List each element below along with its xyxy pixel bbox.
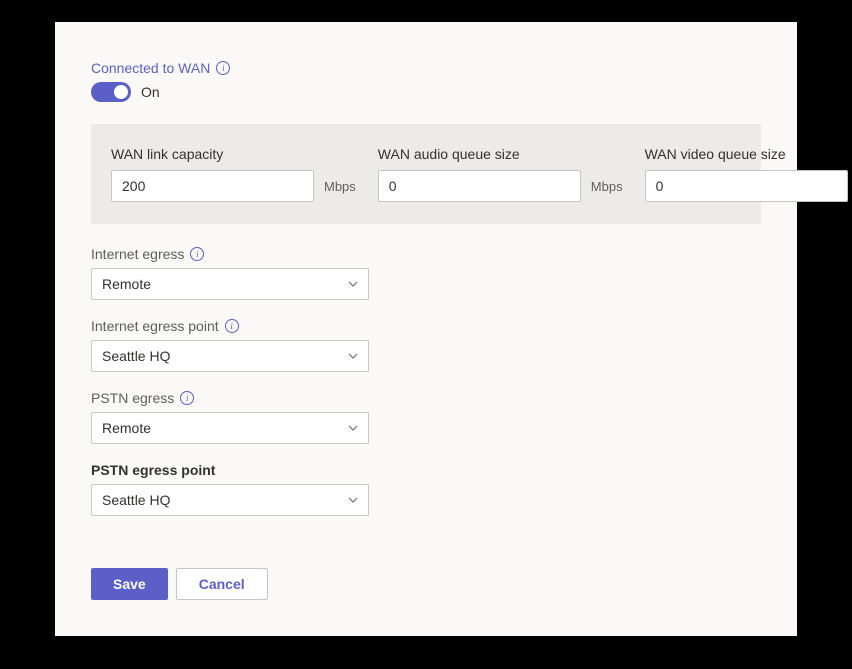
pstn-egress-select[interactable]: Remote: [91, 412, 369, 444]
settings-panel: Connected to WAN i On WAN link capacity …: [55, 22, 797, 636]
pstn-egress-point-block: PSTN egress point Seattle HQ: [91, 462, 761, 516]
wan-settings-box: WAN link capacity Mbps WAN audio queue s…: [91, 124, 761, 224]
wan-audio-input-row: Mbps: [378, 170, 623, 202]
connected-to-wan-label: Connected to WAN: [91, 60, 210, 76]
pstn-egress-label-row: PSTN egress i: [91, 390, 761, 406]
connected-to-wan-toggle-row: On: [91, 82, 761, 102]
pstn-egress-point-select[interactable]: Seattle HQ: [91, 484, 369, 516]
pstn-egress-point-label: PSTN egress point: [91, 462, 215, 478]
cancel-button[interactable]: Cancel: [176, 568, 268, 600]
connected-to-wan-row: Connected to WAN i: [91, 60, 761, 76]
chevron-down-icon: [348, 495, 358, 505]
info-icon[interactable]: i: [225, 319, 239, 333]
internet-egress-label: Internet egress: [91, 246, 184, 262]
wan-link-capacity-label: WAN link capacity: [111, 146, 356, 162]
wan-audio-queue-label: WAN audio queue size: [378, 146, 623, 162]
chevron-down-icon: [348, 279, 358, 289]
internet-egress-label-row: Internet egress i: [91, 246, 761, 262]
wan-link-unit: Mbps: [324, 179, 356, 194]
wan-audio-unit: Mbps: [591, 179, 623, 194]
pstn-egress-point-label-row: PSTN egress point: [91, 462, 761, 478]
wan-link-capacity-input[interactable]: [111, 170, 314, 202]
wan-link-capacity-field: WAN link capacity Mbps: [111, 146, 356, 202]
wan-video-queue-input[interactable]: [645, 170, 848, 202]
chevron-down-icon: [348, 351, 358, 361]
internet-egress-select[interactable]: Remote: [91, 268, 369, 300]
internet-egress-point-label: Internet egress point: [91, 318, 219, 334]
pstn-egress-value: Remote: [102, 420, 151, 436]
chevron-down-icon: [348, 423, 358, 433]
internet-egress-point-block: Internet egress point i Seattle HQ: [91, 318, 761, 372]
pstn-egress-block: PSTN egress i Remote: [91, 390, 761, 444]
internet-egress-value: Remote: [102, 276, 151, 292]
button-row: Save Cancel: [91, 568, 761, 600]
wan-audio-queue-input[interactable]: [378, 170, 581, 202]
info-icon[interactable]: i: [180, 391, 194, 405]
connected-to-wan-toggle[interactable]: [91, 82, 131, 102]
internet-egress-block: Internet egress i Remote: [91, 246, 761, 300]
pstn-egress-point-value: Seattle HQ: [102, 492, 170, 508]
wan-video-queue-label: WAN video queue size: [645, 146, 852, 162]
internet-egress-point-select[interactable]: Seattle HQ: [91, 340, 369, 372]
internet-egress-point-value: Seattle HQ: [102, 348, 170, 364]
wan-video-input-row: Mbps: [645, 170, 852, 202]
info-icon[interactable]: i: [216, 61, 230, 75]
save-button[interactable]: Save: [91, 568, 168, 600]
wan-audio-queue-field: WAN audio queue size Mbps: [378, 146, 623, 202]
internet-egress-point-label-row: Internet egress point i: [91, 318, 761, 334]
wan-video-queue-field: WAN video queue size Mbps: [645, 146, 852, 202]
toggle-state-label: On: [141, 84, 160, 100]
wan-link-input-row: Mbps: [111, 170, 356, 202]
pstn-egress-label: PSTN egress: [91, 390, 174, 406]
info-icon[interactable]: i: [190, 247, 204, 261]
